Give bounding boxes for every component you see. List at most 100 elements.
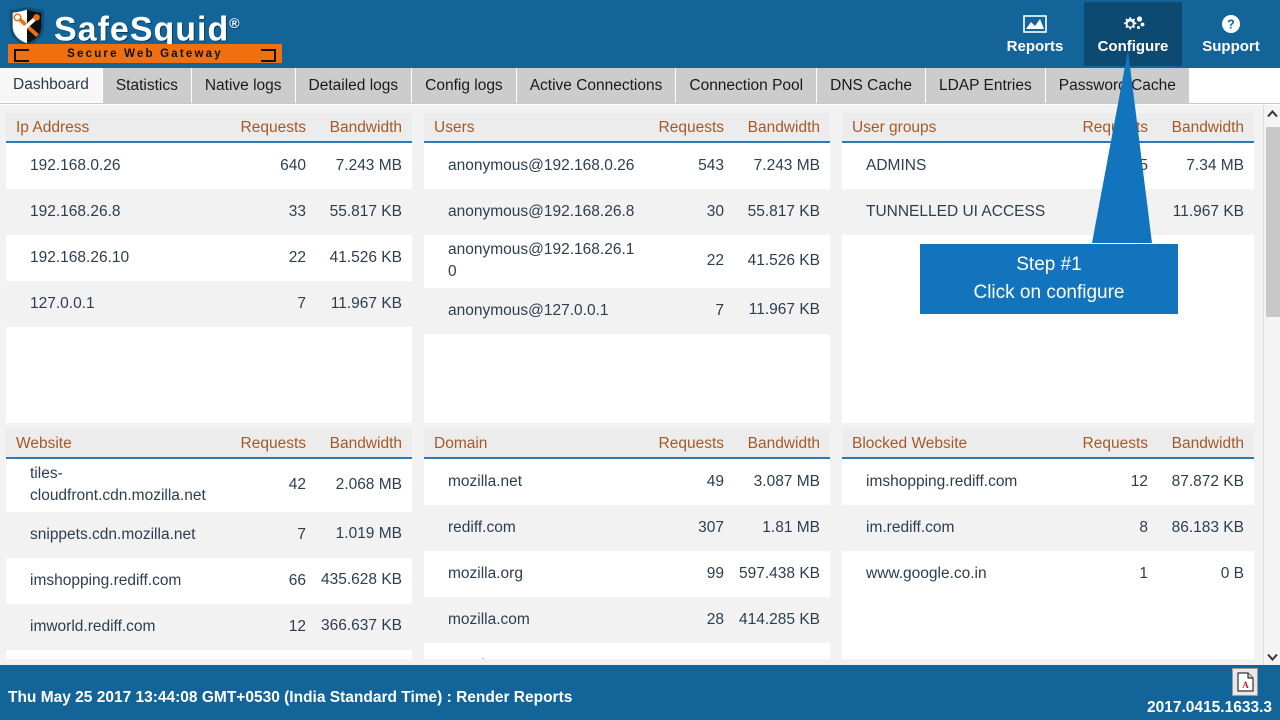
cell-name: snippets.cdn.mozilla.net bbox=[30, 525, 196, 543]
column-header-bandwidth[interactable]: Bandwidth bbox=[1148, 119, 1244, 137]
table-row[interactable]: www.google.co.in 1 0 B bbox=[842, 551, 1254, 597]
table-row[interactable]: anonymous@192.168.26.10 22 41.526 KB bbox=[424, 235, 830, 288]
column-header-requests[interactable]: Requests bbox=[1062, 435, 1148, 453]
table-row[interactable]: anonymous@192.168.0.26 543 7.243 MB bbox=[424, 143, 830, 189]
table-row[interactable]: anonymous@127.0.0.1 7 11.967 KB bbox=[424, 287, 830, 334]
table-row[interactable]: anonymous@192.168.26.8 30 55.817 KB bbox=[424, 189, 830, 235]
column-header-bandwidth[interactable]: Bandwidth bbox=[724, 119, 820, 137]
column-header-name[interactable]: Users bbox=[434, 119, 638, 137]
panel-blocked-website: Blocked Website Requests Bandwidth imshoppi… bbox=[842, 429, 1254, 659]
brand-logo[interactable]: SafeSquid® Secure Web Gateway bbox=[0, 0, 285, 68]
table-row[interactable]: rediff.com 307 1.81 MB bbox=[424, 505, 830, 551]
cell-requests: 99 bbox=[706, 565, 724, 582]
table-row[interactable]: imworld.rediff.com 12 366.637 KB bbox=[6, 603, 412, 650]
cell-requests: 307 bbox=[698, 519, 724, 536]
pdf-export-icon[interactable]: A bbox=[1232, 668, 1258, 696]
cell-requests: 49 bbox=[706, 473, 724, 490]
tab-label: Detailed logs bbox=[308, 76, 399, 94]
table-row[interactable]: 192.168.26.8 33 55.817 KB bbox=[6, 189, 412, 235]
cell-requests: 7 bbox=[1139, 203, 1148, 220]
tab-label: Active Connections bbox=[529, 76, 663, 94]
cell-requests: 7 bbox=[297, 525, 306, 543]
column-header-requests[interactable]: Requests bbox=[220, 435, 306, 453]
tab-native-logs[interactable]: Native logs bbox=[191, 68, 296, 103]
gears-icon bbox=[1120, 13, 1146, 35]
column-header-requests[interactable]: Requests bbox=[220, 119, 306, 137]
column-header-name[interactable]: User groups bbox=[852, 119, 1062, 137]
page-scrollbar[interactable] bbox=[1263, 105, 1280, 665]
table-row[interactable]: 127.0.0.1 7 11.967 KB bbox=[6, 281, 412, 327]
table-row[interactable]: mozilla.net 49 3.087 MB bbox=[424, 459, 830, 505]
tab-password-cache[interactable]: Password Cache bbox=[1045, 68, 1190, 103]
nav-button-reports[interactable]: Reports bbox=[986, 2, 1084, 66]
tab-label: DNS Cache bbox=[830, 76, 912, 94]
cell-bandwidth: 11.967 KB bbox=[330, 294, 402, 312]
table-row[interactable]: ADMINS 5 7.34 MB bbox=[842, 143, 1254, 189]
panel-header-ip-address: Ip Address Requests Bandwidth bbox=[6, 113, 412, 143]
table-row[interactable]: snippets.cdn.mozilla.net 7 1.019 MB bbox=[6, 511, 412, 558]
brand-tagline: Secure Web Gateway bbox=[67, 47, 223, 60]
table-row[interactable]: im.rediff.com 8 86.183 KB bbox=[842, 505, 1254, 551]
scrollbar-thumb[interactable] bbox=[1266, 127, 1280, 317]
cell-name: tiles-cloudfront.cdn.mozilla.net bbox=[30, 465, 206, 505]
cell-name: anonymous@192.168.0.26 bbox=[448, 156, 635, 174]
table-row[interactable]: TUNNELLED UI ACCESS 7 11.967 KB bbox=[842, 189, 1254, 235]
panel-rows-ip-address: 192.168.0.26 640 7.243 MB 192.168.26.8 33 55.… bbox=[6, 143, 412, 327]
table-row[interactable]: gstatic.com8337.728 KB bbox=[424, 643, 830, 659]
column-header-name[interactable]: Blocked Website bbox=[852, 435, 1062, 453]
cell-name: gstatic.com bbox=[434, 655, 638, 659]
cell-name: imshopping.rediff.com bbox=[866, 472, 1018, 490]
table-row[interactable]: 192.168.0.26 640 7.243 MB bbox=[6, 143, 412, 189]
cell-bandwidth: 55.817 KB bbox=[329, 202, 402, 220]
column-header-requests[interactable]: Requests bbox=[1062, 119, 1148, 137]
tab-label: Native logs bbox=[204, 76, 282, 94]
cell-name: anonymous@192.168.26.10 bbox=[448, 241, 635, 281]
tab-dashboard[interactable]: Dashboard bbox=[0, 68, 103, 103]
cell-name: imshopping.rediff.com bbox=[30, 571, 182, 589]
cell-requests: 33 bbox=[288, 203, 306, 220]
tab-active-connections[interactable]: Active Connections bbox=[516, 68, 677, 103]
cell-requests: 12 bbox=[1130, 473, 1148, 490]
column-header-name[interactable]: Website bbox=[16, 435, 220, 453]
table-row[interactable]: imshopping.rediff.com 66 435.628 KB bbox=[6, 557, 412, 604]
column-header-bandwidth[interactable]: Bandwidth bbox=[724, 435, 820, 453]
tab-ldap-entries[interactable]: LDAP Entries bbox=[925, 68, 1046, 103]
column-header-name[interactable]: Domain bbox=[434, 435, 638, 453]
main-tabbar: Dashboard Statistics Native logs Detailed l… bbox=[0, 68, 1280, 104]
table-row[interactable]: mozilla.com 28 414.285 KB bbox=[424, 597, 830, 643]
column-header-bandwidth[interactable]: Bandwidth bbox=[306, 119, 402, 137]
tab-statistics[interactable]: Statistics bbox=[102, 68, 192, 103]
table-row[interactable]: 192.168.26.10 22 41.526 KB bbox=[6, 235, 412, 281]
cell-name: imworld.rediff.com bbox=[30, 617, 156, 635]
nav-label-reports: Reports bbox=[1006, 38, 1064, 55]
tab-detailed-logs[interactable]: Detailed logs bbox=[295, 68, 413, 103]
panel-rows-user-groups: ADMINS 5 7.34 MB TUNNELLED UI ACCESS 7 11.967… bbox=[842, 143, 1254, 235]
panel-header-domain: Domain Requests Bandwidth bbox=[424, 429, 830, 459]
chevron-up-icon[interactable] bbox=[1264, 105, 1280, 122]
tab-config-logs[interactable]: Config logs bbox=[412, 68, 517, 103]
column-header-requests[interactable]: Requests bbox=[638, 119, 724, 137]
table-row[interactable]: tiles-cloudfront.cdn.mozilla.net 42 2.068 … bbox=[6, 459, 412, 512]
tab-connection-pool[interactable]: Connection Pool bbox=[676, 68, 818, 103]
callout-line-1: Step #1 bbox=[1016, 254, 1082, 276]
column-header-requests[interactable]: Requests bbox=[638, 435, 724, 453]
column-header-bandwidth[interactable]: Bandwidth bbox=[306, 435, 402, 453]
cell-bandwidth: 11.967 KB bbox=[1172, 202, 1244, 220]
table-row[interactable]: mozilla.org 99 597.438 KB bbox=[424, 551, 830, 597]
chevron-down-icon[interactable] bbox=[1264, 648, 1280, 665]
column-header-name[interactable]: Ip Address bbox=[16, 119, 220, 137]
column-header-bandwidth[interactable]: Bandwidth bbox=[1148, 435, 1244, 453]
cell-requests: 5 bbox=[1139, 157, 1148, 174]
nav-button-support[interactable]: ? Support bbox=[1182, 2, 1280, 66]
table-row[interactable]: imshopping.rediff.com 12 87.872 KB bbox=[842, 459, 1254, 505]
cell-requests: 7 bbox=[715, 301, 724, 319]
svg-text:A: A bbox=[1242, 680, 1249, 690]
nav-button-configure[interactable]: Configure bbox=[1084, 2, 1182, 66]
cell-requests: 42 bbox=[288, 476, 306, 494]
cell-requests: 8 bbox=[638, 657, 724, 659]
cell-name: anonymous@127.0.0.1 bbox=[448, 301, 609, 319]
tab-label: Connection Pool bbox=[689, 76, 804, 94]
panel-rows-blocked-website: imshopping.rediff.com 12 87.872 KB im.redif… bbox=[842, 459, 1254, 597]
cell-name: mozilla.com bbox=[448, 610, 530, 628]
tab-dns-cache[interactable]: DNS Cache bbox=[817, 68, 926, 103]
